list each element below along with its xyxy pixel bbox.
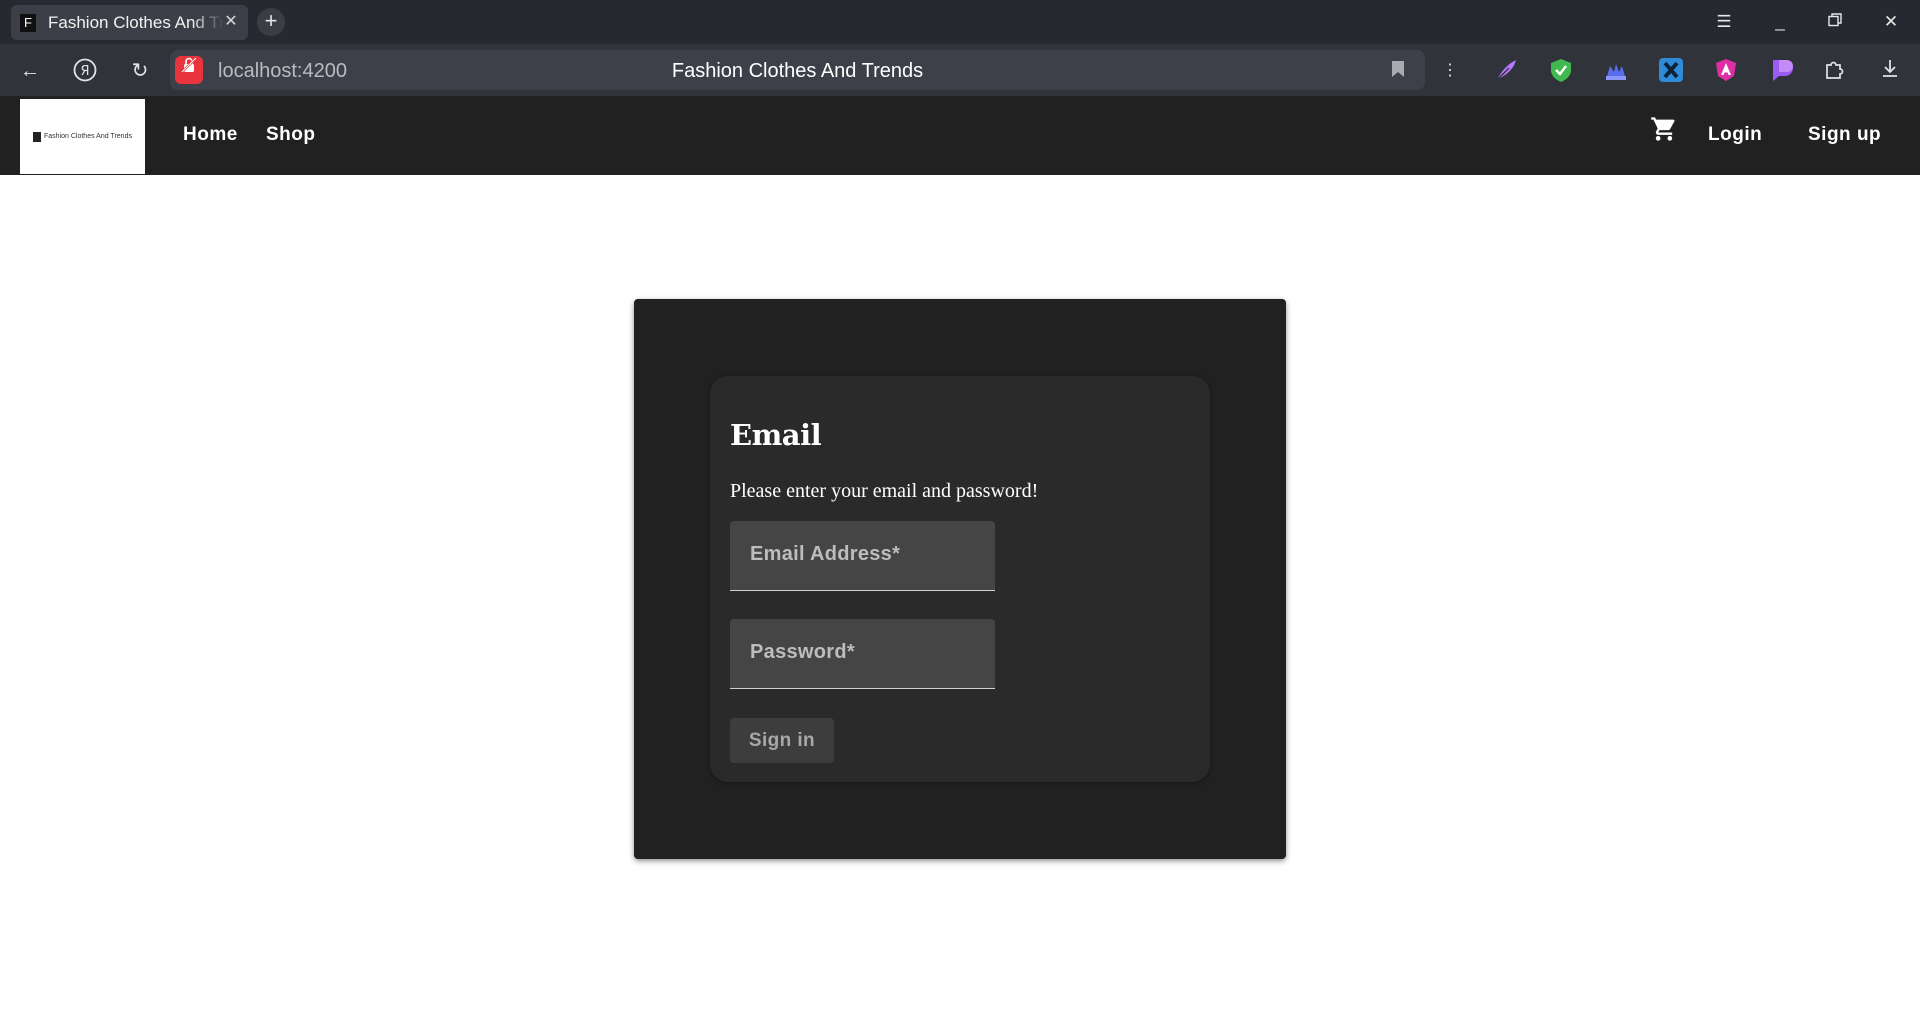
close-window-icon[interactable]: ✕ [1878,10,1904,34]
downloads-icon[interactable] [1876,57,1904,85]
more-vertical-icon[interactable]: ⋮ [1436,57,1464,85]
logo-text: Fashion Clothes And Trends [44,133,132,140]
login-subtitle: Please enter your email and password! [730,480,1039,502]
site-navbar: Fashion Clothes And Trends Home Shop Log… [0,96,1920,175]
extensions-puzzle-icon[interactable] [1821,57,1849,85]
nav-link-home[interactable]: Home [183,124,238,146]
password-field[interactable]: Password* [730,619,995,689]
yandex-icon[interactable]: Я [71,57,99,85]
bookmark-icon[interactable] [1391,60,1405,78]
x-extension-icon[interactable] [1657,56,1685,84]
login-container: Email Please enter your email and passwo… [634,299,1286,859]
login-card: Email Please enter your email and passwo… [710,376,1210,782]
browser-tab[interactable]: F Fashion Clothes And Trends ✕ [11,5,248,40]
address-bar-page-title: Fashion Clothes And Trends [671,60,924,82]
password-field-label: Password* [750,641,855,663]
login-title: Email [730,418,822,452]
browser-tab-bar: F Fashion Clothes And Trends ✕ + ☰ _ ✕ [0,0,1920,44]
browser-toolbar: ← Я ↻ localhost:4200 Fashion Clothes And… [0,44,1920,96]
tab-close-icon[interactable]: ✕ [222,13,240,31]
new-tab-button[interactable]: + [257,8,285,36]
site-logo[interactable]: Fashion Clothes And Trends [20,99,145,174]
cart-icon[interactable] [1650,114,1678,144]
shield-extension-icon[interactable] [1547,56,1575,84]
address-bar[interactable]: localhost:4200 Fashion Clothes And Trend… [170,50,1425,90]
email-field[interactable]: Email Address* [730,521,995,591]
angular-devtools-icon[interactable] [1712,56,1740,84]
login-link[interactable]: Login [1708,124,1762,146]
menu-icon[interactable]: ☰ [1711,10,1737,34]
restore-icon[interactable] [1822,10,1848,34]
email-field-label: Email Address* [750,543,901,565]
nav-link-shop[interactable]: Shop [266,124,316,146]
tab-favicon: F [20,13,36,32]
tab-title: Fashion Clothes And Trends [48,12,223,32]
purple-extension-icon[interactable] [1767,56,1795,84]
reload-icon[interactable]: ↻ [126,57,154,85]
signup-link[interactable]: Sign up [1808,124,1881,146]
svg-text:Я: Я [80,64,89,79]
signin-button[interactable]: Sign in [730,718,834,763]
logo-mark [33,131,42,142]
wallet-extension-icon[interactable] [1602,56,1630,84]
feather-extension-icon[interactable] [1492,56,1520,84]
minimize-icon[interactable]: _ [1767,10,1793,34]
back-icon[interactable]: ← [16,57,44,85]
